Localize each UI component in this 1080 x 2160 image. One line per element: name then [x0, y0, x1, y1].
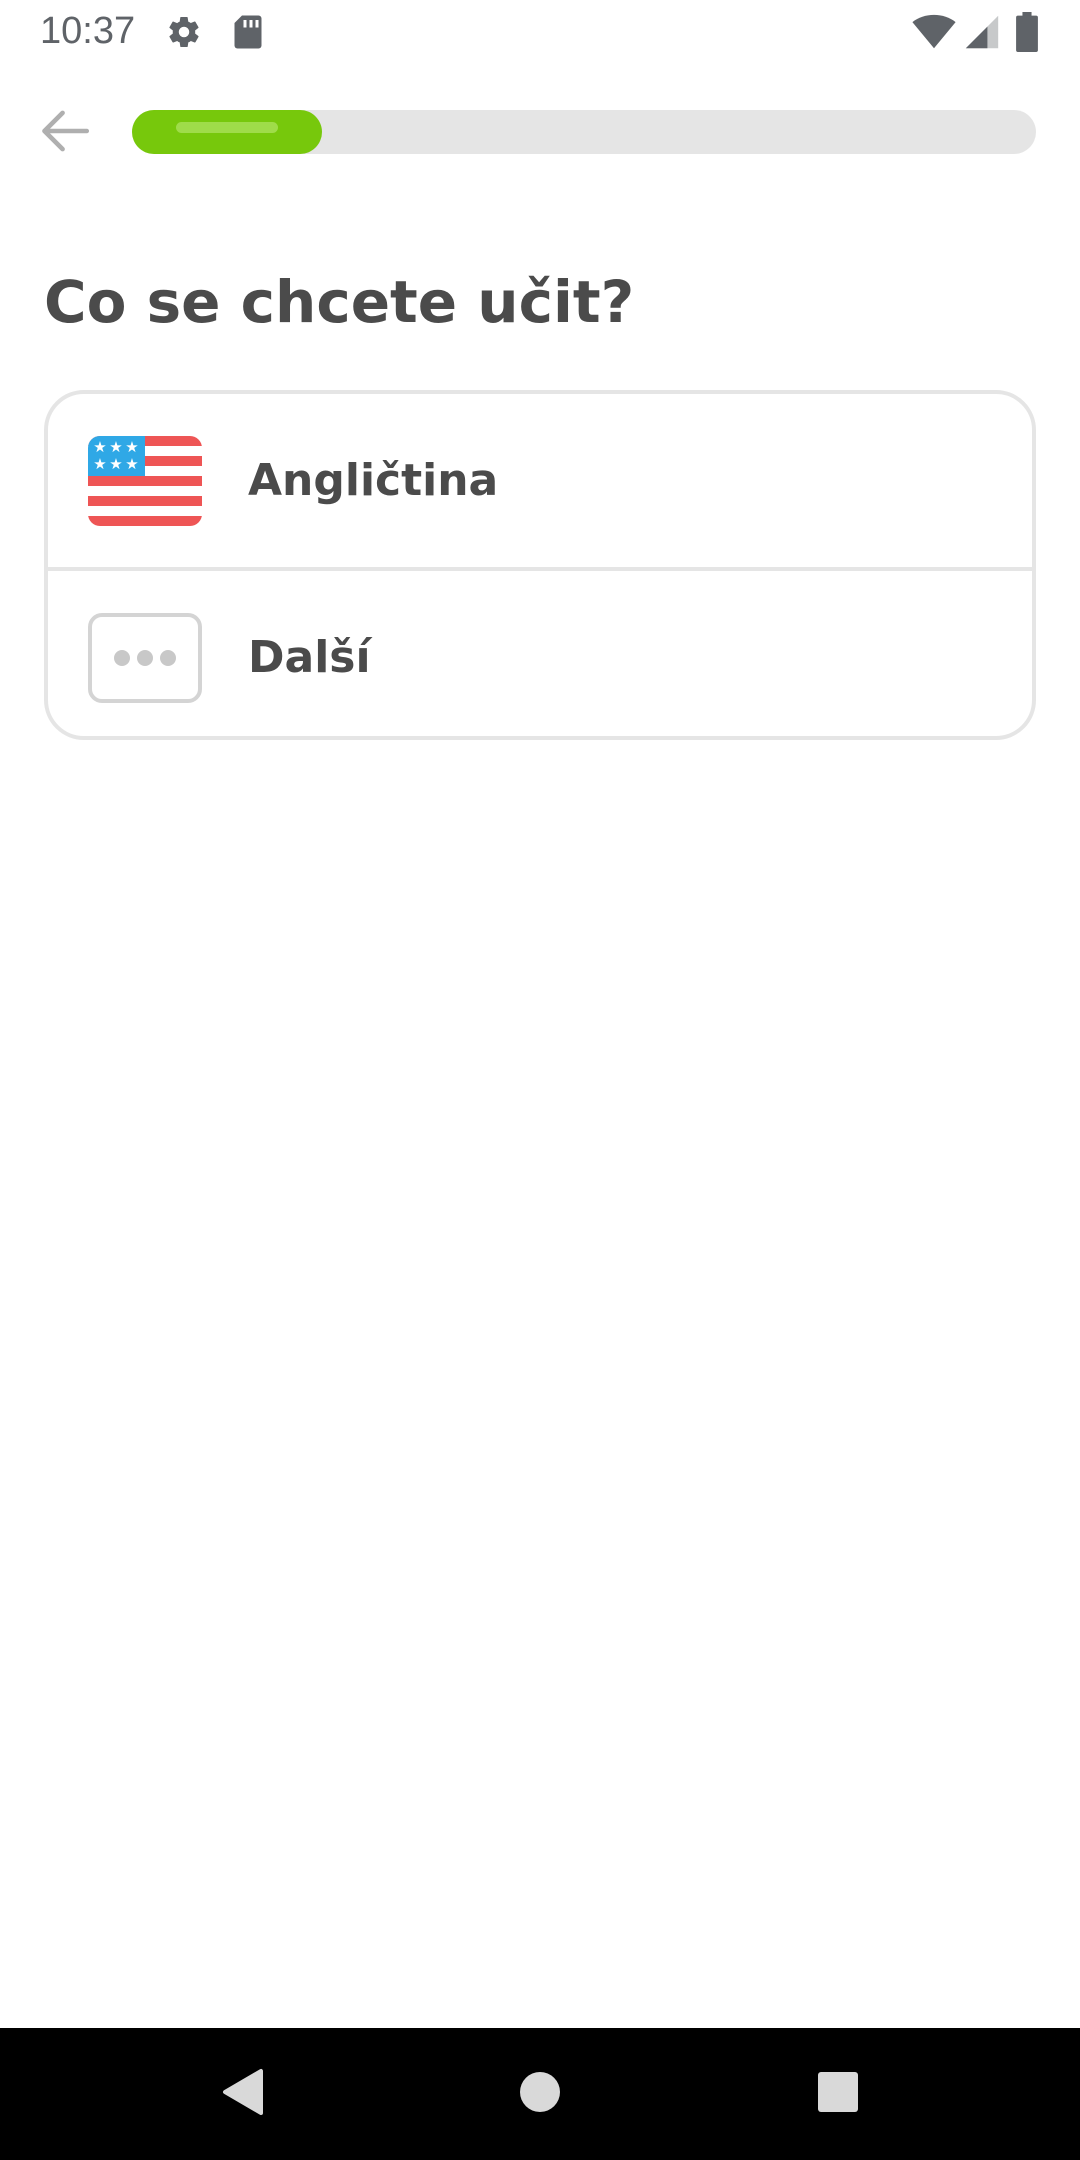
option-label: Angličtina: [248, 455, 499, 506]
sd-card-icon: [232, 14, 264, 54]
status-time: 10:37: [40, 10, 136, 52]
battery-icon: [1016, 12, 1038, 56]
progress-bar: [132, 110, 1036, 154]
option-label: Další: [248, 632, 371, 683]
progress-fill: [132, 110, 322, 154]
nav-home-button[interactable]: [510, 2064, 570, 2124]
svg-text:★: ★: [125, 438, 138, 456]
option-english[interactable]: ★ ★ ★ ★ ★ ★ Angličtina: [48, 394, 1032, 567]
screen: 10:37 Co se chcete učit? ★ ★ ★ ★ ★ ★ Ang…: [0, 0, 1080, 2160]
progress-highlight: [176, 122, 278, 133]
system-nav-bar: [0, 2028, 1080, 2160]
nav-home-icon: [519, 2071, 561, 2117]
nav-back-button[interactable]: [212, 2064, 272, 2124]
signal-icon: [964, 14, 1000, 54]
wifi-icon: [912, 14, 956, 54]
nav-recents-icon: [817, 2071, 859, 2117]
svg-text:★: ★: [93, 438, 106, 456]
status-bar: 10:37: [0, 0, 1080, 66]
back-button[interactable]: [30, 98, 100, 168]
option-more[interactable]: Další: [48, 567, 1032, 736]
arrow-left-icon: [36, 102, 94, 164]
svg-text:★: ★: [109, 455, 122, 473]
page-title: Co se chcete učit?: [44, 268, 635, 336]
svg-text:★: ★: [125, 455, 138, 473]
more-dots-icon: [88, 612, 202, 703]
us-flag-icon: ★ ★ ★ ★ ★ ★: [88, 435, 202, 526]
nav-recents-button[interactable]: [808, 2064, 868, 2124]
language-options-list: ★ ★ ★ ★ ★ ★ Angličtina Další: [44, 390, 1036, 740]
gear-icon: [166, 14, 202, 54]
nav-back-icon: [219, 2067, 265, 2121]
svg-text:★: ★: [93, 455, 106, 473]
svg-text:★: ★: [109, 438, 122, 456]
